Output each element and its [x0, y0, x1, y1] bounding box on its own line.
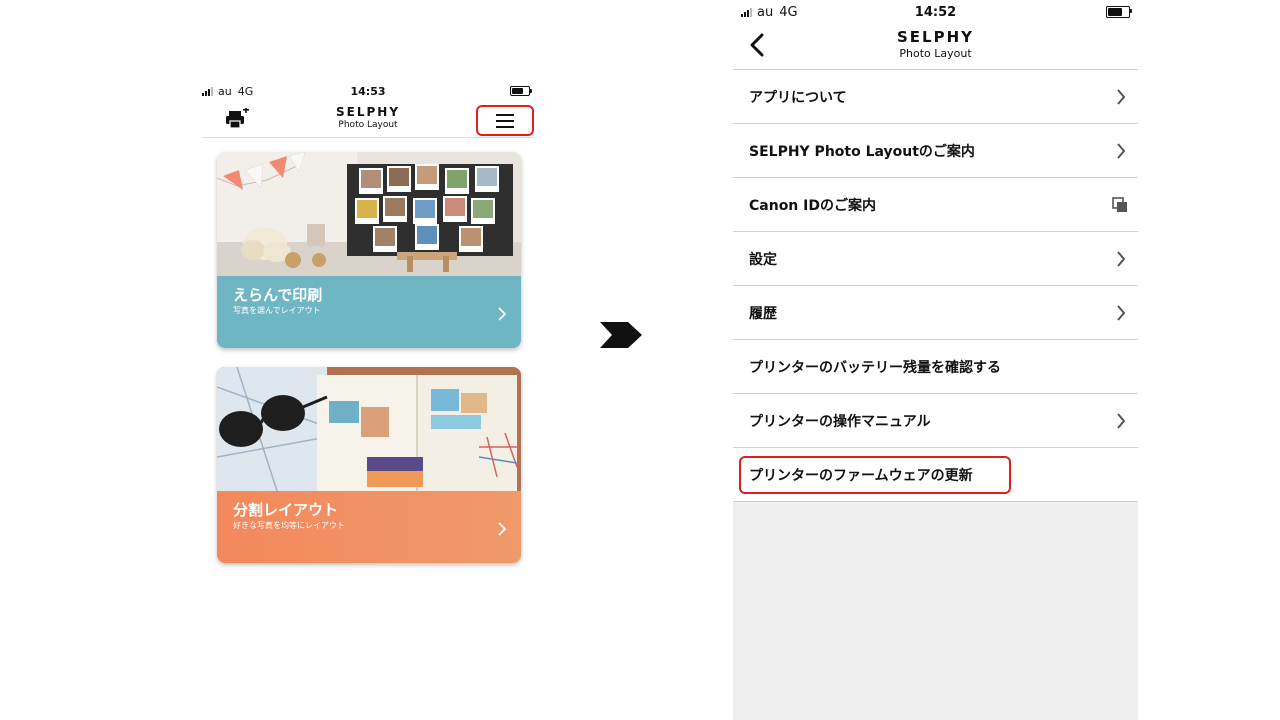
hamburger-icon [496, 113, 514, 128]
status-time: 14:52 [914, 4, 957, 20]
menu-item-label: SELPHY Photo Layoutのご案内 [749, 143, 975, 160]
select-print-card[interactable]: えらんで印刷 写真を選んでレイアウト [217, 152, 521, 348]
logo-subtitle: Photo Layout [899, 47, 972, 60]
carrier-label: au [218, 84, 232, 98]
logo-subtitle: Photo Layout [338, 120, 398, 130]
card-title: 分割レイアウト [233, 501, 339, 519]
home-screen: au 4G 14:53 SELPHY Photo Layout えらんで印刷 写… [202, 80, 534, 580]
menu-item-printer-manual[interactable]: プリンターの操作マニュアル [733, 394, 1138, 448]
app-header: SELPHY Photo Layout [202, 102, 534, 138]
menu-item-label: プリンターのバッテリー残量を確認する [749, 359, 1001, 376]
signal-icon [202, 86, 213, 96]
network-label: 4G [779, 4, 798, 20]
menu-item-about-app[interactable]: アプリについて [733, 70, 1138, 124]
chevron-left-icon [750, 33, 764, 57]
status-bar: au 4G 14:53 [202, 84, 534, 98]
card-subtitle: 好きな写真を均等にレイアウト [233, 521, 345, 530]
menu-button[interactable] [476, 105, 534, 136]
card-subtitle: 写真を選んでレイアウト [233, 306, 321, 315]
signal-icon [741, 7, 752, 17]
menu-item-battery-check[interactable]: プリンターのバッテリー残量を確認する [733, 340, 1138, 394]
menu-item-canon-id[interactable]: Canon IDのご案内 [733, 178, 1138, 232]
printer-add-icon [226, 107, 249, 129]
app-logo: SELPHY Photo Layout [336, 105, 400, 130]
menu-item-label: 履歴 [749, 305, 777, 322]
chevron-right-icon [1117, 413, 1126, 429]
chevron-right-icon [1117, 143, 1126, 159]
menu-item-label: 設定 [749, 251, 777, 268]
menu-item-settings[interactable]: 設定 [733, 232, 1138, 286]
split-layout-card[interactable]: 分割レイアウト 好きな写真を均等にレイアウト [217, 367, 521, 563]
card-photo-collage [217, 152, 521, 276]
battery-icon [510, 86, 532, 96]
back-button[interactable] [747, 32, 767, 58]
logo-title: SELPHY [335, 105, 401, 119]
app-logo: SELPHY Photo Layout [897, 28, 974, 60]
network-label: 4G [237, 84, 254, 98]
chevron-right-icon [1117, 305, 1126, 321]
logo-title: SELPHY [896, 28, 975, 46]
battery-icon [1106, 6, 1132, 18]
external-link-icon [1112, 197, 1127, 212]
card-caption: えらんで印刷 写真を選んでレイアウト [217, 276, 521, 348]
status-bar: au 4G 14:52 [733, 4, 1138, 20]
chevron-right-icon [498, 522, 507, 536]
app-header: SELPHY Photo Layout [733, 22, 1138, 70]
status-time: 14:53 [350, 84, 386, 98]
carrier-label: au [757, 4, 774, 20]
card-title: えらんで印刷 [233, 286, 323, 304]
card-photo-collage [217, 367, 521, 491]
menu-item-label: Canon IDのご案内 [749, 197, 876, 214]
menu-item-history[interactable]: 履歴 [733, 286, 1138, 340]
menu-screen: au 4G 14:52 SELPHY Photo Layout アプリについて … [733, 0, 1138, 720]
chevron-right-icon [498, 307, 507, 321]
menu-empty-area [733, 502, 1138, 720]
menu-item-label: アプリについて [749, 89, 847, 106]
menu-item-label: プリンターの操作マニュアル [749, 413, 931, 430]
transition-arrow-icon [600, 322, 642, 348]
menu-list: アプリについて SELPHY Photo Layoutのご案内 Canon ID… [733, 70, 1138, 502]
chevron-right-icon [1117, 89, 1126, 105]
add-printer-button[interactable] [224, 107, 250, 130]
highlight-box [739, 456, 1011, 494]
chevron-right-icon [1117, 251, 1126, 267]
menu-item-app-guide[interactable]: SELPHY Photo Layoutのご案内 [733, 124, 1138, 178]
card-caption: 分割レイアウト 好きな写真を均等にレイアウト [217, 491, 521, 563]
menu-item-firmware-update[interactable]: プリンターのファームウェアの更新 [733, 448, 1138, 502]
